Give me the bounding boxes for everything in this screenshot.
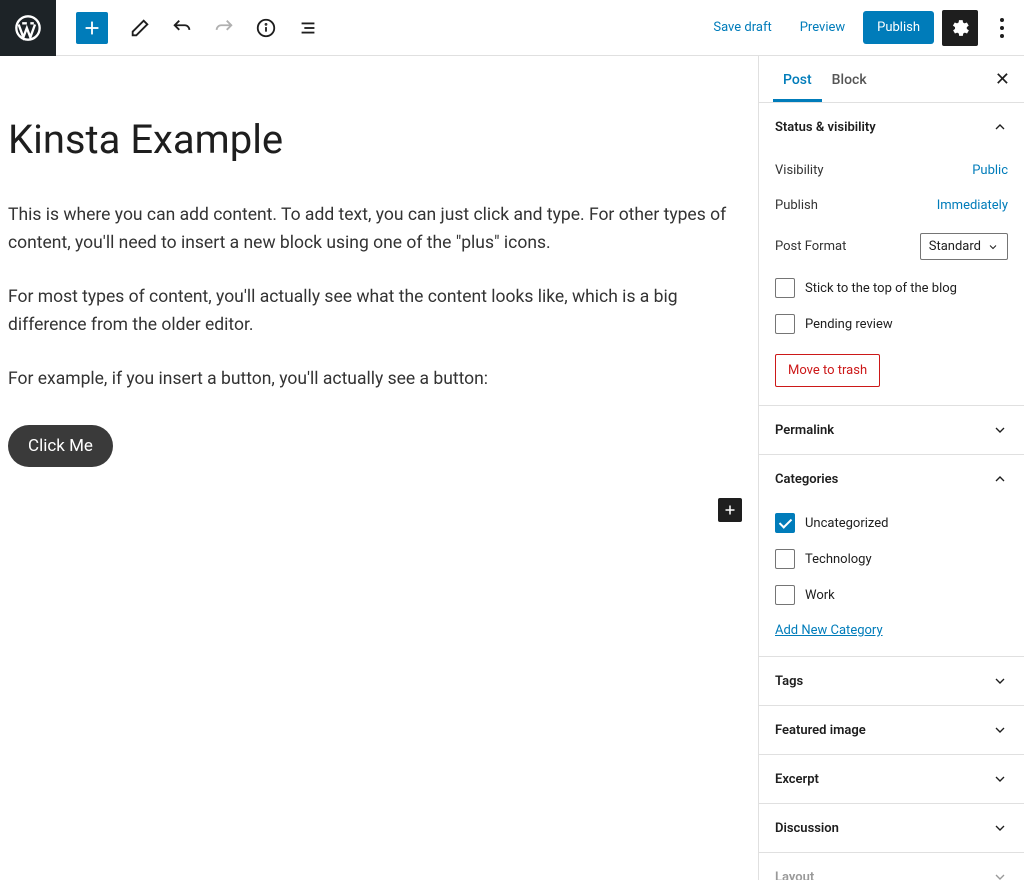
- category-checkbox-technology[interactable]: [775, 549, 795, 569]
- panel-header-layout[interactable]: Layout: [759, 853, 1024, 880]
- category-checkbox-uncategorized[interactable]: [775, 513, 795, 533]
- undo-icon[interactable]: [164, 10, 200, 46]
- insert-block-button[interactable]: [718, 498, 742, 522]
- panel-permalink: Permalink: [759, 406, 1024, 455]
- chevron-down-icon: [992, 722, 1008, 738]
- chevron-down-icon: [992, 673, 1008, 689]
- publish-value[interactable]: Immediately: [937, 198, 1008, 213]
- post-format-value: Standard: [929, 239, 981, 254]
- visibility-label: Visibility: [775, 163, 824, 178]
- chevron-down-icon: [992, 820, 1008, 836]
- tab-post[interactable]: Post: [773, 56, 822, 102]
- panel-tags: Tags: [759, 657, 1024, 706]
- main-area: Kinsta Example This is where you can add…: [0, 56, 1024, 880]
- panel-title: Status & visibility: [775, 120, 876, 135]
- info-icon[interactable]: [248, 10, 284, 46]
- outline-icon[interactable]: [290, 10, 326, 46]
- panel-title: Featured image: [775, 723, 866, 738]
- toolbar-left: [0, 0, 326, 55]
- category-label: Work: [805, 588, 835, 603]
- panel-header-excerpt[interactable]: Excerpt: [759, 755, 1024, 803]
- preview-button[interactable]: Preview: [790, 12, 855, 43]
- post-format-select[interactable]: Standard: [920, 233, 1008, 260]
- redo-icon: [206, 10, 242, 46]
- panel-header-tags[interactable]: Tags: [759, 657, 1024, 705]
- stick-checkbox[interactable]: [775, 278, 795, 298]
- paragraph-block[interactable]: For example, if you insert a button, you…: [8, 365, 748, 393]
- category-checkbox-work[interactable]: [775, 585, 795, 605]
- panel-title: Discussion: [775, 821, 839, 836]
- panel-title: Tags: [775, 674, 803, 689]
- chevron-down-icon: [992, 422, 1008, 438]
- save-draft-button[interactable]: Save draft: [703, 12, 781, 43]
- add-new-category-link[interactable]: Add New Category: [775, 623, 883, 638]
- settings-sidebar: Post Block ✕ Status & visibility Visibil…: [758, 56, 1024, 880]
- close-sidebar-icon[interactable]: ✕: [995, 69, 1010, 90]
- panel-featured-image: Featured image: [759, 706, 1024, 755]
- move-to-trash-button[interactable]: Move to trash: [775, 354, 880, 387]
- add-block-button[interactable]: [76, 12, 108, 44]
- panel-header-discussion[interactable]: Discussion: [759, 804, 1024, 852]
- editor-canvas[interactable]: Kinsta Example This is where you can add…: [0, 56, 758, 880]
- panel-title: Layout: [775, 870, 814, 880]
- panel-header-permalink[interactable]: Permalink: [759, 406, 1024, 454]
- panel-title: Excerpt: [775, 772, 819, 787]
- more-menu-button[interactable]: [986, 10, 1018, 46]
- publish-label: Publish: [775, 198, 818, 213]
- top-toolbar: Save draft Preview Publish: [0, 0, 1024, 56]
- post-title[interactable]: Kinsta Example: [8, 116, 748, 163]
- panel-status-visibility: Status & visibility Visibility Public Pu…: [759, 103, 1024, 406]
- panel-header-categories[interactable]: Categories: [759, 455, 1024, 503]
- settings-button[interactable]: [942, 10, 978, 46]
- category-label: Uncategorized: [805, 516, 888, 531]
- panel-layout: Layout: [759, 853, 1024, 880]
- visibility-value[interactable]: Public: [972, 163, 1008, 178]
- toolbar-right: Save draft Preview Publish: [703, 10, 1018, 46]
- chevron-down-icon: [992, 771, 1008, 787]
- paragraph-block[interactable]: This is where you can add content. To ad…: [8, 201, 748, 257]
- tab-block[interactable]: Block: [822, 56, 877, 102]
- panel-discussion: Discussion: [759, 804, 1024, 853]
- chevron-down-icon: [992, 869, 1008, 880]
- publish-button[interactable]: Publish: [863, 11, 934, 44]
- sidebar-tabs: Post Block ✕: [759, 56, 1024, 103]
- edit-mode-icon[interactable]: [122, 10, 158, 46]
- pending-checkbox[interactable]: [775, 314, 795, 334]
- chevron-up-icon: [992, 119, 1008, 135]
- panel-header-status[interactable]: Status & visibility: [759, 103, 1024, 151]
- category-label: Technology: [805, 552, 872, 567]
- panel-excerpt: Excerpt: [759, 755, 1024, 804]
- panel-categories: Categories Uncategorized Technology Work…: [759, 455, 1024, 657]
- post-format-label: Post Format: [775, 239, 846, 254]
- stick-label: Stick to the top of the blog: [805, 281, 957, 296]
- button-block[interactable]: Click Me: [8, 425, 113, 467]
- chevron-up-icon: [992, 471, 1008, 487]
- pending-label: Pending review: [805, 317, 893, 332]
- wordpress-logo[interactable]: [0, 0, 56, 56]
- paragraph-block[interactable]: For most types of content, you'll actual…: [8, 283, 748, 339]
- panel-header-featured[interactable]: Featured image: [759, 706, 1024, 754]
- panel-title: Categories: [775, 472, 838, 487]
- panel-title: Permalink: [775, 423, 834, 438]
